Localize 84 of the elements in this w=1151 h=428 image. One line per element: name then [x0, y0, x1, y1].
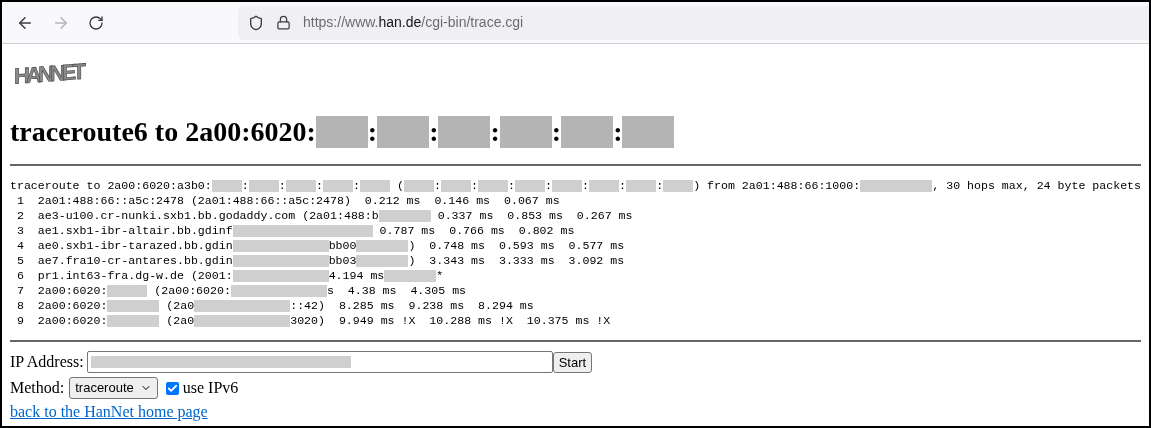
logo: HANNET — [10, 54, 90, 96]
shield-icon[interactable] — [248, 14, 264, 31]
redacted-block — [561, 116, 614, 148]
output-text: (2a0 — [165, 298, 195, 313]
reload-icon[interactable] — [88, 14, 104, 31]
redacted-block — [440, 179, 471, 192]
output-text: ::42) 8.285 ms 9.238 ms 8.294 ms — [290, 298, 534, 313]
redacted-block — [315, 116, 368, 148]
redacted-block — [356, 239, 409, 252]
redacted-block — [589, 179, 620, 192]
output-text: : — [278, 178, 286, 193]
home-link[interactable]: back to the HanNet home page — [10, 400, 208, 424]
output-text: 7 2a00:6020: — [15, 283, 108, 298]
output-text: : — [656, 178, 664, 193]
output-text: ) from 2a01:488:66:1000: — [693, 178, 861, 193]
output-text: (2a00:6020: — [153, 283, 231, 298]
output-text: 2 ae3-u100.cr-nunki.sxb1.bb.godaddy.com (2a01:488:b — [15, 208, 379, 223]
redacted-block — [626, 179, 657, 192]
output-text: bb03 — [328, 253, 357, 268]
output-text: : — [508, 178, 515, 193]
output-text: traceroute to 2a00:6020:a3b0: — [10, 178, 212, 193]
redacted-block — [663, 179, 694, 192]
redacted-block — [322, 179, 353, 192]
output-text: ) 3.343 ms 3.333 ms 3.092 ms — [408, 253, 625, 268]
redacted-block — [438, 116, 491, 148]
redacted-block — [622, 116, 675, 148]
redacted-block — [285, 179, 316, 192]
field-label: IP Address: — [10, 352, 84, 372]
url-text: https://www.han.de/cgi-bin/trace.cgi — [303, 13, 524, 32]
redacted-block — [552, 179, 583, 192]
redacted-block — [248, 179, 279, 192]
output-text: 9 2a00:6020: — [15, 313, 108, 328]
redacted-block — [384, 269, 437, 282]
output-text: : — [433, 178, 441, 193]
output-text: 8 2a00:6020: — [15, 298, 108, 313]
ipv6-checkbox[interactable] — [165, 381, 179, 395]
ip-address-field[interactable] — [86, 351, 553, 373]
address-bar[interactable]: https://www.han.de/cgi-bin/trace.cgi — [238, 5, 1149, 40]
redacted-block — [107, 314, 160, 327]
field-label: Method: — [10, 378, 65, 398]
heading-text: : — [490, 115, 500, 149]
redacted-block — [107, 299, 160, 312]
output-text: 1 2a01:488:66::a5c:2478 (2a01:488:66::a5c:2478) 0.212 ms 0.146 ms 0.067 ms — [15, 193, 560, 208]
output-text: : — [619, 178, 627, 193]
redacted-block — [107, 284, 148, 297]
heading-text: : — [367, 115, 378, 149]
output-text: : — [545, 178, 552, 193]
output-text: : — [582, 178, 590, 193]
heading-text: : — [429, 115, 439, 149]
output-text: 4 ae0.sxb1-ibr-tarazed.bb.gdin — [15, 238, 233, 253]
output-text: 0.337 ms 0.853 ms 0.267 ms — [436, 208, 633, 223]
redacted-block — [378, 209, 431, 222]
method-select[interactable]: traceroute — [69, 377, 158, 399]
output-text: : — [470, 178, 478, 193]
redacted-block — [477, 179, 508, 192]
output-text: : — [352, 178, 360, 193]
redacted-block — [359, 179, 390, 192]
output-text: s 4.38 ms 4.305 ms — [326, 283, 467, 298]
output-text: , 30 hops max, 24 byte packets — [932, 178, 1141, 193]
heading-text: traceroute6 to 2a00:6020: — [10, 115, 316, 149]
output-text: ) 0.748 ms 0.593 ms 0.577 ms — [408, 238, 625, 253]
output-text: 6 pr1.int63-fra.dg-w.de (2001: — [15, 268, 233, 283]
output-text: : — [315, 178, 323, 193]
output-text: : — [241, 178, 249, 193]
output-text: 4.194 ms — [328, 268, 385, 283]
output-text: 0.787 ms 0.766 ms 0.802 ms — [378, 223, 575, 238]
redacted-block — [514, 179, 546, 192]
start-button[interactable]: Start — [552, 351, 593, 373]
output-text: 5 ae7.fra10-cr-antares.bb.gdin — [15, 253, 233, 268]
output-text: bb00 — [328, 238, 357, 253]
lock-icon[interactable] — [276, 15, 291, 30]
redacted-block — [499, 116, 552, 148]
output-text: 3020) 9.949 ms !X 10.288 ms !X 10.375 ms !X — [290, 313, 611, 328]
output-text: (2a0 — [165, 313, 195, 328]
output-text: 3 ae1.sxb1-ibr-altair.bb.gdinf — [15, 223, 233, 238]
output-text: * — [436, 268, 444, 283]
redacted-block — [377, 116, 430, 148]
checkbox-label: use IPv6 — [182, 378, 239, 398]
redacted-block — [356, 254, 409, 267]
redacted-block — [403, 179, 434, 192]
redacted-block — [211, 179, 242, 192]
output-text: ( — [395, 178, 404, 193]
heading-text: : — [613, 115, 623, 149]
heading-text: : — [551, 115, 562, 149]
